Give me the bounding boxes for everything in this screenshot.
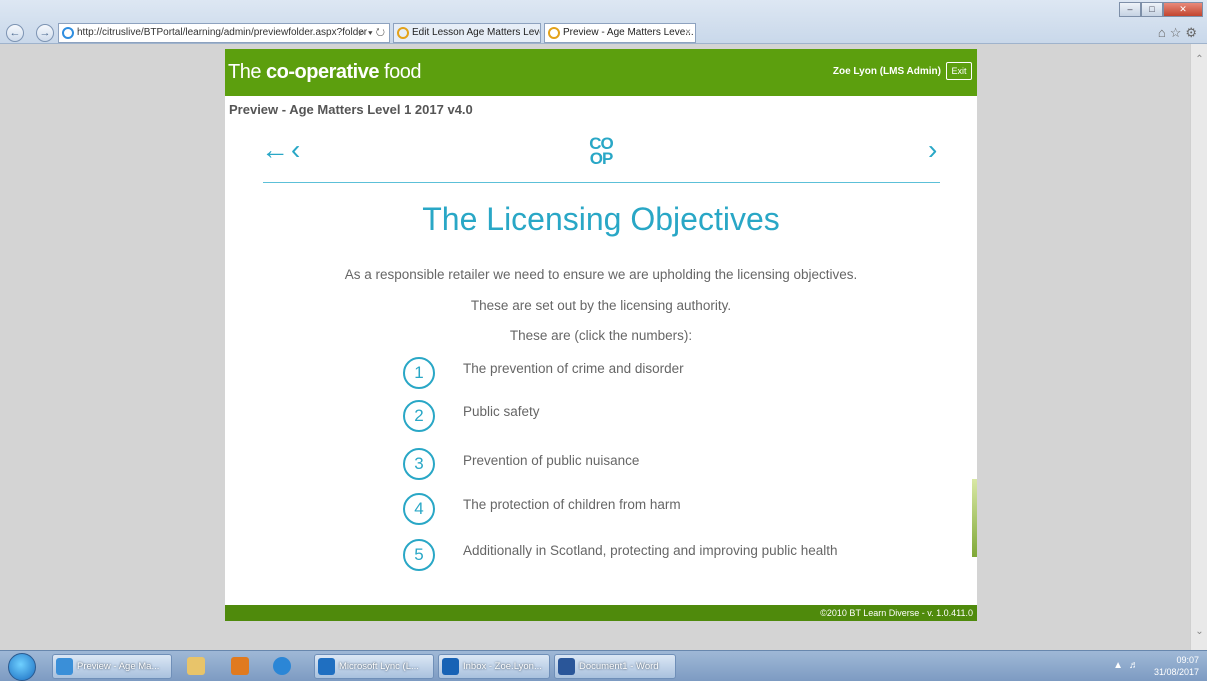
clock-time: 09:07	[1176, 655, 1199, 665]
outlook-icon	[442, 658, 459, 675]
objective-2-button[interactable]: 2	[403, 400, 435, 432]
taskbar-item-lync[interactable]: Microsoft Lync (L...	[314, 654, 434, 679]
lms-header: The co-operative food Zoe Lyon (LMS Admi…	[225, 49, 977, 96]
taskbar-item-ie-preview[interactable]: Preview - Age Ma...	[52, 654, 172, 679]
tray-icons[interactable]: ▲♬	[1113, 660, 1145, 671]
side-decoration	[972, 479, 977, 557]
address-controls[interactable]: ⌕ ▾ ↻	[359, 24, 385, 42]
objective-1-button[interactable]: 1	[403, 357, 435, 389]
tab-page-icon	[548, 27, 560, 39]
taskbar-item-label: Inbox - Zoe.Lyon...	[463, 661, 542, 672]
gear-icon[interactable]: ⚙	[1185, 25, 1201, 40]
address-url: http://citruslive/BTPortal/learning/admi…	[77, 27, 368, 38]
next-slide-icon[interactable]: ›	[928, 135, 937, 165]
scroll-up-icon[interactable]: ⌃	[1191, 54, 1207, 68]
window-controls: – □ ✕	[1119, 2, 1203, 17]
ie-page-icon	[62, 27, 74, 39]
objective-3-button[interactable]: 3	[403, 448, 435, 480]
coop-logo: CO OP	[589, 134, 614, 168]
back-button[interactable]: ←	[6, 24, 24, 42]
taskbar-item-label: Document1 - Word	[579, 661, 659, 672]
minimize-button[interactable]: –	[1119, 2, 1141, 17]
intro-text-3: These are (click the numbers):	[509, 328, 693, 343]
ie-icon	[273, 657, 291, 675]
media-player-icon	[231, 657, 249, 675]
home-icon[interactable]: ⌂	[1158, 25, 1170, 40]
scroll-down-icon[interactable]: ⌄	[1191, 626, 1207, 640]
objective-4-text: The protection of children from harm	[463, 497, 681, 512]
taskbar-item-word[interactable]: Document1 - Word	[554, 654, 676, 679]
ie-icon	[56, 658, 73, 675]
address-bar[interactable]: http://citruslive/BTPortal/learning/admi…	[58, 23, 390, 43]
start-button[interactable]	[8, 653, 36, 681]
system-clock[interactable]: 09:07 31/08/2017	[1154, 654, 1199, 678]
brand-logo: The co-operative food	[228, 61, 421, 83]
tab-label: Preview - Age Matters Leve...	[563, 27, 694, 38]
slide-title: The Licensing Objectives	[422, 201, 780, 237]
tab-edit-lesson[interactable]: Edit Lesson Age Matters Level ...	[393, 23, 541, 43]
lms-footer: ©2010 BT Learn Diverse - v. 1.0.411.0	[225, 605, 977, 621]
tab-page-icon	[397, 27, 409, 39]
maximize-button[interactable]: □	[1141, 2, 1163, 17]
page-scrollbar[interactable]: ⌃ ⌄	[1190, 44, 1207, 650]
previous-slide-icon[interactable]: ‹	[291, 135, 300, 165]
home-arrow-icon[interactable]: ←	[261, 135, 289, 165]
tab-preview[interactable]: Preview - Age Matters Leve... ×	[544, 23, 696, 43]
taskbar-ie[interactable]	[264, 654, 300, 679]
slide-divider	[263, 182, 940, 183]
preview-title: Preview - Age Matters Level 1 2017 v4.0	[229, 102, 473, 117]
tray-up-arrow-icon: ▲	[1113, 660, 1129, 671]
taskbar: Preview - Age Ma... Microsoft Lync (L...…	[0, 650, 1207, 681]
tab-label: Edit Lesson Age Matters Level ...	[412, 27, 540, 38]
clock-date: 31/08/2017	[1153, 667, 1199, 677]
intro-text-2: These are set out by the licensing autho…	[470, 298, 732, 313]
taskbar-item-label: Microsoft Lync (L...	[339, 661, 419, 672]
lync-icon	[318, 658, 335, 675]
objective-2-text: Public safety	[463, 404, 540, 419]
user-name: Zoe Lyon (LMS Admin)	[832, 66, 941, 77]
browser-tools: ⌂☆⚙	[1158, 25, 1201, 41]
browser-chrome: – □ ✕ ← → http://citruslive/BTPortal/lea…	[0, 0, 1207, 44]
objective-1-text: The prevention of crime and disorder	[463, 361, 684, 376]
taskbar-media-player[interactable]	[222, 654, 258, 679]
taskbar-item-outlook[interactable]: Inbox - Zoe.Lyon...	[438, 654, 550, 679]
forward-button[interactable]: →	[36, 24, 54, 42]
star-icon[interactable]: ☆	[1170, 25, 1186, 40]
objective-4-button[interactable]: 4	[403, 493, 435, 525]
volume-icon: ♬	[1129, 660, 1145, 671]
taskbar-explorer[interactable]	[178, 654, 214, 679]
objective-5-button[interactable]: 5	[403, 539, 435, 571]
close-tab-icon[interactable]: ×	[685, 24, 691, 42]
lms-frame: The co-operative food Zoe Lyon (LMS Admi…	[225, 49, 977, 621]
intro-text-1: As a responsible retailer we need to ens…	[344, 267, 858, 282]
close-window-button[interactable]: ✕	[1163, 2, 1203, 17]
taskbar-item-label: Preview - Age Ma...	[77, 661, 160, 672]
exit-button[interactable]: Exit	[946, 62, 972, 80]
objective-3-text: Prevention of public nuisance	[463, 453, 640, 468]
objective-5-text: Additionally in Scotland, protecting and…	[463, 543, 838, 558]
word-icon	[558, 658, 575, 675]
folder-icon	[187, 657, 205, 675]
